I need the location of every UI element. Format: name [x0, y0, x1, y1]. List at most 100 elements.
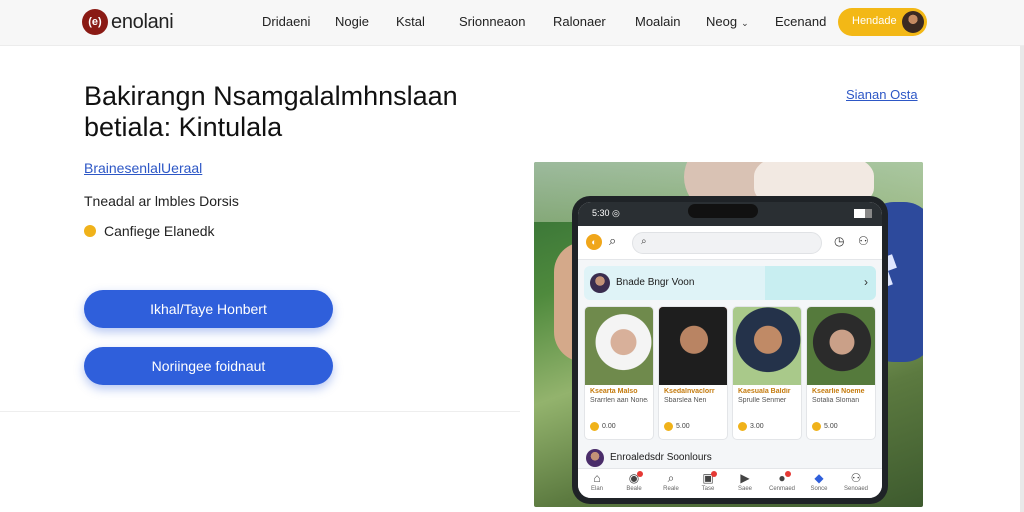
profile-grid: Ksearta Malso Srarrlen aan Nonea 0.00 Ks…	[584, 306, 876, 440]
brand-logo[interactable]: (e) enolani	[82, 9, 174, 35]
chevron-down-icon: ⌄	[741, 18, 749, 28]
share-icon: ◆	[814, 471, 824, 485]
nav-item-ralonaer[interactable]: Ralonaer	[553, 14, 606, 29]
video-icon: ▶	[740, 471, 750, 485]
bottom-nav-messages[interactable]: ▣ Tase	[693, 471, 723, 497]
primary-action-button[interactable]: Ikhal/Taye Honbert	[84, 290, 333, 328]
bottom-nav-label: Beale	[626, 486, 642, 492]
search-icon: ⌕	[667, 471, 675, 485]
profile-rating: 3.00	[738, 422, 764, 431]
profile-icon: ⚇	[850, 471, 862, 485]
rating-star-icon	[590, 422, 599, 431]
profile-name: Kaesuala Baldir	[738, 388, 791, 395]
profile-card[interactable]: Ksearlie Noeme Sotalia Sloman 5.00	[806, 306, 876, 440]
bottom-nav-profile[interactable]: ⚇ Senoaed	[841, 471, 871, 497]
rating-value: 5.00	[824, 423, 838, 430]
bottom-nav-alerts[interactable]: ● Cenmaed	[767, 471, 797, 497]
phone-notch	[688, 204, 758, 218]
rating-star-icon	[664, 422, 673, 431]
brand-name: enolani	[111, 10, 174, 33]
home-icon: ⌂	[593, 471, 601, 485]
profile-meta: Sotalia Sloman	[812, 397, 860, 404]
rating-value: 3.00	[750, 423, 764, 430]
header-cta-button[interactable]: Hendade	[838, 8, 927, 36]
nav-item-srionneaon[interactable]: Srionneaon	[459, 14, 526, 29]
featured-avatar	[590, 273, 610, 293]
rating-value: 5.00	[676, 423, 690, 430]
profile-rating: 5.00	[812, 422, 838, 431]
bottom-nav-search[interactable]: ⌕ Reale	[656, 471, 686, 497]
user-avatar[interactable]	[902, 11, 924, 33]
rating-star-icon	[738, 422, 747, 431]
chevron-right-icon[interactable]: ›	[864, 275, 868, 289]
notification-badge	[637, 471, 643, 477]
profile-meta: Sbarslea Nen	[664, 397, 707, 404]
bottom-nav-label: Sonce	[810, 486, 828, 492]
nav-item-kstal[interactable]: Kstal	[396, 14, 425, 29]
page-edge-scrollbar[interactable]	[1020, 46, 1024, 512]
inline-link[interactable]: BrainesenlalUeraal	[84, 160, 202, 176]
app-bottom-nav: ⌂ Elan ◉ Beale ⌕ Reale ▣ Tase ▶ Saee ● C…	[578, 468, 882, 498]
header-cta-label: Hendade	[852, 15, 897, 27]
profile-photo	[807, 307, 875, 385]
notification-badge	[785, 471, 791, 477]
phone-mockup: 5:30 ◎ ◐ ⌕ ⌕ ◷ ⚇ Bnade Bngr Voon › Ksear…	[572, 196, 888, 504]
featured-title: Bnade Bngr Voon	[616, 277, 695, 288]
phone-screen: 5:30 ◎ ◐ ⌕ ⌕ ◷ ⚇ Bnade Bngr Voon › Ksear…	[578, 202, 882, 498]
bottom-nav-share[interactable]: ◆ Sonce	[804, 471, 834, 497]
profile-card[interactable]: Kaesuala Baldir Sprulle Senmer 3.00	[732, 306, 802, 440]
bottom-nav-label: Cenmaed	[768, 486, 795, 492]
history-icon[interactable]: ◷	[834, 234, 844, 248]
messages-icon: ▣	[702, 471, 714, 485]
info-badge: Canfiege Elanedk	[84, 223, 215, 239]
nav-item-moalain[interactable]: Moalain	[635, 14, 681, 29]
search-field-icon: ⌕	[641, 236, 647, 247]
bottom-nav-label: Tase	[701, 486, 715, 492]
side-link[interactable]: Sianan Osta	[846, 87, 918, 102]
alerts-icon: ●	[778, 471, 786, 485]
phone-status-bar: 5:30 ◎	[578, 202, 882, 226]
signal-battery-icon	[854, 209, 872, 218]
secondary-action-button[interactable]: Noriingee foidnaut	[84, 347, 333, 385]
info-line: Tneadal ar lmbles Dorsis	[84, 193, 239, 209]
nav-item-neog-label: Neog	[706, 14, 738, 29]
app-search-input[interactable]: ⌕	[632, 232, 822, 254]
page-headline: Bakirangn Nsamgalalmhnslaan betiala: Kin…	[84, 81, 458, 142]
nav-item-ecenand[interactable]: Ecenand	[775, 14, 826, 29]
bottom-nav-video[interactable]: ▶ Saee	[730, 471, 760, 497]
profile-meta: Srarrlen aan Nonea	[590, 397, 648, 404]
bottom-nav-home[interactable]: ⌂ Elan	[582, 471, 612, 497]
rating-star-icon	[812, 422, 821, 431]
profile-rating: 0.00	[590, 422, 616, 431]
profile-photo	[733, 307, 801, 385]
featured-banner[interactable]: Bnade Bngr Voon ›	[584, 266, 876, 300]
rating-value: 0.00	[602, 423, 616, 430]
bottom-nav-label: Saee	[737, 486, 752, 492]
notification-badge	[711, 471, 717, 477]
profile-photo	[585, 307, 653, 385]
account-icon[interactable]: ⚇	[858, 234, 869, 248]
nav-item-nogie[interactable]: Nogie	[335, 14, 369, 29]
profile-meta: Sprulle Senmer	[738, 397, 787, 404]
orders-icon: ◉	[628, 471, 640, 485]
bottom-nav-label: Reale	[663, 486, 679, 492]
info-badge-text: Canfiege Elanedk	[104, 223, 215, 239]
app-logo-icon[interactable]: ◐	[586, 234, 602, 250]
section-divider	[0, 411, 520, 412]
nav-item-dridaeni[interactable]: Dridaeni	[262, 14, 310, 29]
bottom-nav-label: Senoaed	[843, 486, 869, 492]
channel-title: Enroaledsdr Soonlours	[610, 452, 712, 463]
bottom-nav-orders[interactable]: ◉ Beale	[619, 471, 649, 497]
channel-avatar	[586, 449, 604, 467]
profile-name: Ksearta Malso	[590, 388, 638, 395]
status-dot-icon	[84, 225, 96, 237]
profile-card[interactable]: Ksearta Malso Srarrlen aan Nonea 0.00	[584, 306, 654, 440]
profile-photo	[659, 307, 727, 385]
search-icon[interactable]: ⌕	[609, 233, 616, 249]
channel-row[interactable]: Enroaledsdr Soonlours	[584, 448, 876, 468]
profile-card[interactable]: Ksedalnvaclorr Sbarslea Nen 5.00	[658, 306, 728, 440]
app-toolbar: ◐ ⌕ ⌕ ◷ ⚇	[578, 226, 882, 260]
profile-name: Ksedalnvaclorr	[664, 388, 715, 395]
nav-item-neog-dropdown[interactable]: Neog ⌄	[706, 14, 749, 29]
bottom-nav-label: Elan	[590, 486, 603, 492]
